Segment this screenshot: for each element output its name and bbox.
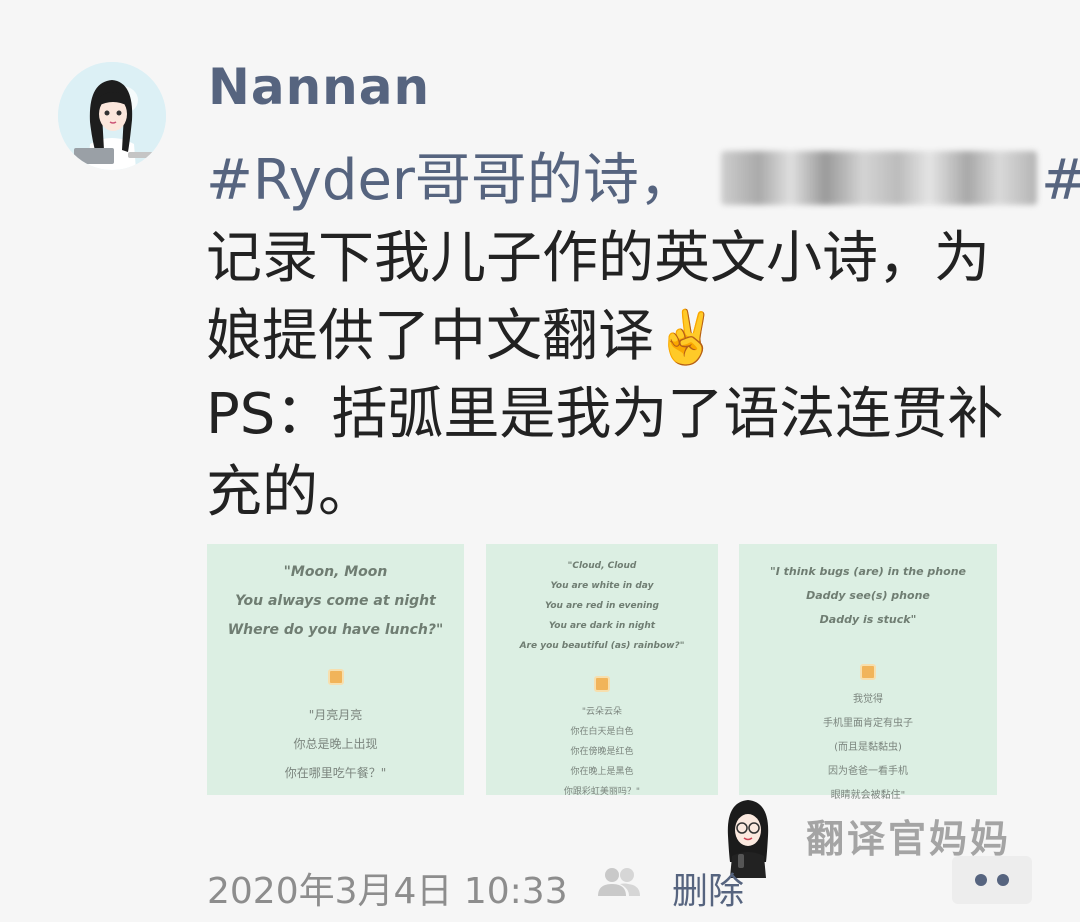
photo-text-line: 你跟彩虹美丽吗？" [563, 787, 641, 797]
photo-english-text: "Moon, Moon You always come at night Whe… [207, 558, 464, 645]
photo-text-line: 你在傍晚是红色 [570, 747, 634, 757]
photo-text-line: 手机里面肯定有虫子 [823, 718, 913, 729]
photo-english-text: "Cloud, Cloud You are white in day You a… [486, 556, 718, 656]
photo-square-icon [327, 669, 344, 685]
photo-text-line: "云朵云朵 [581, 707, 623, 717]
photo-text-line: "月亮月亮 [308, 708, 363, 722]
photo-text-line: Daddy see(s) phone [806, 589, 930, 602]
friends-visibility-icon[interactable] [596, 866, 642, 898]
photo-english-text: "I think bugs (are) in the phone Daddy s… [739, 560, 997, 632]
photo-text-line: "Moon, Moon [283, 564, 388, 580]
photo-chinese-text: "月亮月亮 你总是晚上出现 你在哪里吃午餐？" [207, 701, 464, 788]
photo-thumbnail[interactable]: "I think bugs (are) in the phone Daddy s… [739, 544, 997, 801]
post-line-hashtag: #Ryder哥哥的诗， # [206, 142, 1080, 220]
post-line: 记录下我儿子作的英文小诗，为 [206, 226, 990, 291]
post-line: 充的。 [206, 460, 374, 525]
post-line: 娘提供了中文翻译✌️ [206, 298, 1036, 376]
photo-text-line: You are red in evening [545, 601, 659, 611]
photo-text-line: 你在白天是白色 [570, 727, 634, 737]
photo-text-line: 你在哪里吃午餐？" [284, 766, 387, 780]
more-dot-icon [975, 874, 987, 886]
photo-text-line: 我觉得 [853, 694, 883, 705]
more-dot-icon [997, 874, 1009, 886]
photo-text-line: (而且是黏黏虫) [834, 742, 902, 753]
post-text: #Ryder哥哥的诗， # 记录下我儿子作的英文小诗，为 娘提供了中文翻译✌️ P… [206, 142, 1080, 532]
photo-text-line: "Cloud, Cloud [567, 561, 637, 571]
photo-square-icon [860, 664, 876, 680]
photo-text-line: Daddy is stuck" [819, 613, 917, 626]
photo-text-line: You are white in day [550, 581, 654, 591]
hashtag-end: # [1041, 148, 1080, 213]
photo-thumbnail[interactable]: "Moon, Moon You always come at night Whe… [207, 544, 464, 795]
photo-text-line: 你在晚上是黑色 [570, 767, 634, 777]
photo-text-line: You always come at night [235, 593, 436, 609]
delete-link[interactable]: 删除 [672, 862, 744, 914]
photo-text-line: "I think bugs (are) in the phone [769, 565, 966, 578]
more-options-button[interactable] [952, 856, 1032, 904]
photo-square-icon [594, 676, 610, 692]
photo-chinese-text: 我觉得 手机里面肯定有虫子 (而且是黏黏虫) 因为爸爸一看手机 眼睛就会被黏住" [739, 688, 997, 808]
photo-text-line: 眼睛就会被黏住" [830, 790, 906, 801]
photo-thumbnail[interactable]: "Cloud, Cloud You are white in day You a… [486, 544, 718, 797]
post-line-text: 娘提供了中文翻译 [206, 304, 654, 369]
photo-text-line: You are dark in night [548, 621, 656, 631]
post-line: PS：括弧里是我为了语法连贯补 [206, 382, 1004, 447]
photo-chinese-text: "云朵云朵 你在白天是白色 你在傍晚是红色 你在晚上是黑色 你跟彩虹美丽吗？" [486, 702, 718, 802]
username[interactable]: Nannan [208, 58, 430, 116]
hashtag-link[interactable]: #Ryder哥哥的诗， # [206, 148, 1080, 213]
redacted-text [720, 151, 1037, 205]
watermark-text: 翻译官妈妈 [806, 817, 1012, 861]
victory-hand-icon: ✌️ [654, 308, 719, 368]
photo-text-line: Are you beautiful (as) rainbow?" [519, 641, 685, 651]
photo-text-line: Where do you have lunch?" [227, 622, 444, 638]
avatar[interactable] [58, 62, 166, 170]
photo-text-line: 因为爸爸一看手机 [828, 766, 908, 777]
photo-text-line: 你总是晚上出现 [293, 737, 378, 751]
hashtag-start: #Ryder哥哥的诗， [206, 148, 695, 213]
timestamp: 2020年3月4日 10:33 [207, 871, 568, 912]
